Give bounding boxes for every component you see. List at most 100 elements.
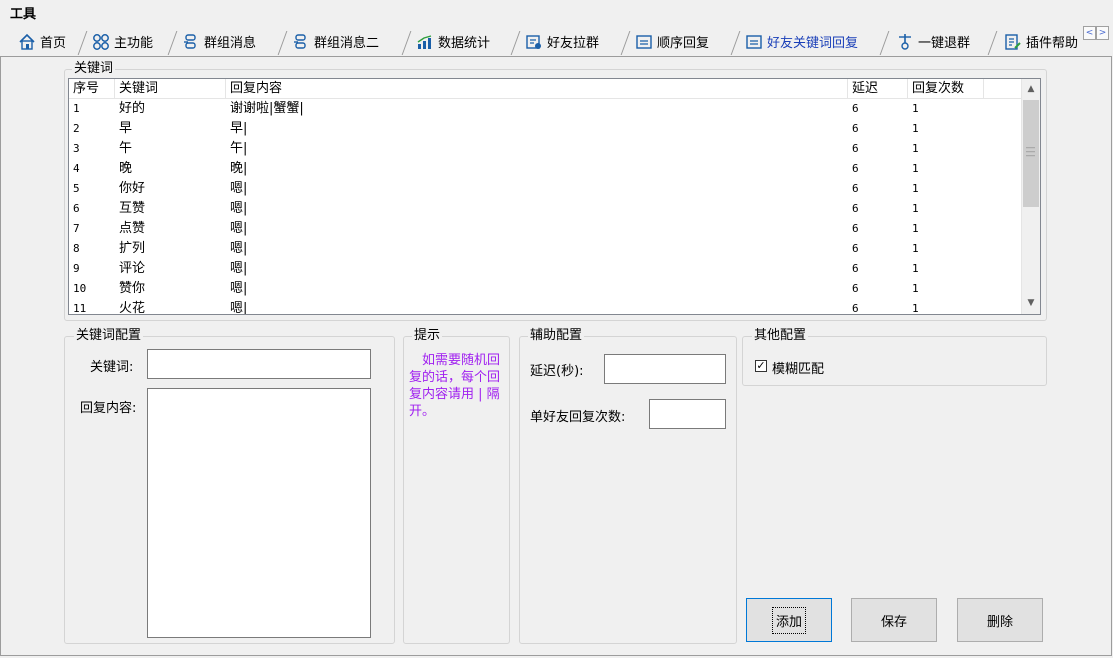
- table-row[interactable]: 3 午 午| 6 1: [69, 139, 1022, 159]
- tab-scroll-left-icon[interactable]: <: [1083, 26, 1096, 40]
- table-cell: 1: [912, 162, 919, 175]
- table-cell: 互赞: [119, 201, 146, 216]
- table-cell: 11: [73, 302, 87, 315]
- table-row[interactable]: 9 评论 嗯| 6 1: [69, 259, 1022, 279]
- table-row[interactable]: 4 晚 晚| 6 1: [69, 159, 1022, 179]
- aux-config-label: 辅助配置: [528, 328, 585, 343]
- table-cell: 6: [852, 182, 859, 195]
- table-cell: 嗯|: [230, 201, 248, 216]
- table-cell: 1: [912, 202, 919, 215]
- keyword-input[interactable]: [147, 349, 371, 379]
- tab-group-message-2[interactable]: 群组消息二: [286, 28, 400, 55]
- table-cell: 谢谢啦|蟹蟹|: [230, 101, 304, 116]
- table-cell: 你好: [119, 181, 146, 196]
- table-cell: 6: [852, 162, 859, 175]
- fuzzy-match-label[interactable]: 模糊匹配: [772, 358, 824, 377]
- tab-group-message[interactable]: 群组消息: [176, 28, 276, 55]
- menu-tools[interactable]: 工具: [10, 3, 36, 22]
- keywords-group-label: 关键词: [72, 61, 116, 76]
- table-row[interactable]: 10 赞你 嗯| 6 1: [69, 279, 1022, 299]
- reply-count-input[interactable]: [649, 399, 726, 429]
- table-cell: 赞你: [119, 281, 146, 296]
- keyword-field-label: 关键词:: [90, 360, 134, 375]
- table-cell: 6: [852, 142, 859, 155]
- save-button[interactable]: 保存: [851, 598, 937, 642]
- col-header-index[interactable]: 序号: [69, 79, 115, 98]
- table-row[interactable]: 1 好的 谢谢啦|蟹蟹| 6 1: [69, 99, 1022, 119]
- tab-label: 首页: [40, 36, 67, 51]
- tab-label: 一键退群: [918, 36, 971, 51]
- tab-friend-invite[interactable]: 好友拉群: [519, 28, 619, 55]
- group-icon: [292, 33, 310, 51]
- table-row[interactable]: 8 扩列 嗯| 6 1: [69, 239, 1022, 259]
- table-cell: 6: [852, 102, 859, 115]
- table-cell: 午: [119, 141, 133, 156]
- table-cell: 1: [912, 262, 919, 275]
- col-header-reply[interactable]: 回复内容: [226, 79, 848, 98]
- fuzzy-match-checkbox[interactable]: ✓: [755, 360, 767, 372]
- tab-main-function[interactable]: 主功能: [86, 28, 168, 55]
- col-header-count[interactable]: 回复次数: [908, 79, 984, 98]
- table-cell: 嗯|: [230, 221, 248, 236]
- list-scrollbar[interactable]: ▲ ― ― ― ▼: [1021, 79, 1040, 314]
- table-row[interactable]: 6 互赞 嗯| 6 1: [69, 199, 1022, 219]
- table-cell: 1: [912, 122, 919, 135]
- tab-label: 好友关键词回复: [767, 36, 859, 51]
- col-header-delay[interactable]: 延迟: [848, 79, 908, 98]
- table-cell: 好的: [119, 101, 146, 116]
- table-row[interactable]: 2 早 早| 6 1: [69, 119, 1022, 139]
- table-cell: 晚|: [230, 161, 248, 176]
- reply-icon: [745, 33, 763, 51]
- tab-friend-keyword-reply[interactable]: 好友关键词回复: [739, 28, 879, 55]
- tab-label: 插件帮助: [1026, 36, 1079, 51]
- list-header: 序号 关键词 回复内容 延迟 回复次数: [69, 79, 1022, 99]
- table-cell: 6: [852, 302, 859, 315]
- table-row[interactable]: 5 你好 嗯| 6 1: [69, 179, 1022, 199]
- tab-sequential-reply[interactable]: 顺序回复: [629, 28, 729, 55]
- table-cell: 午|: [230, 141, 248, 156]
- table-cell: 2: [73, 122, 80, 135]
- reply-count-label: 单好友回复次数:: [530, 410, 626, 425]
- delay-field-label: 延迟(秒):: [530, 364, 584, 379]
- scroll-down-icon[interactable]: ▼: [1022, 295, 1040, 312]
- table-row[interactable]: 11 火花 嗯| 6 1: [69, 299, 1022, 315]
- table-cell: 1: [912, 282, 919, 295]
- table-cell: 6: [73, 202, 80, 215]
- delay-input[interactable]: [604, 354, 726, 384]
- exit-icon: [896, 33, 914, 51]
- tab-statistics[interactable]: 数据统计: [410, 28, 510, 55]
- delete-button[interactable]: 删除: [957, 598, 1043, 642]
- grid-icon: [92, 33, 110, 51]
- tab-bar: 首页 主功能 群组消息 群组消息二 数据统计 好友拉群 顺序回复 好友关键词回复…: [0, 24, 1113, 59]
- list-body: 1 好的 谢谢啦|蟹蟹| 6 1 2 早早| 6 1 3 午午| 6 1 4 晚晚| 6 1 5 你好 嗯| 6 1 6 互赞…: [69, 99, 1022, 315]
- keyword-list[interactable]: 序号 关键词 回复内容 延迟 回复次数 1 好的 谢谢啦|蟹蟹| 6 1 2 早 早| 6 1 3 午…: [68, 78, 1041, 315]
- chart-icon: [416, 33, 434, 51]
- table-cell: 早: [119, 121, 133, 136]
- scroll-grip-icon: ― ― ―: [1026, 143, 1035, 161]
- table-cell: 6: [852, 242, 859, 255]
- tab-home[interactable]: 首页: [12, 28, 80, 55]
- add-button[interactable]: 添加: [746, 598, 832, 642]
- col-header-keyword[interactable]: 关键词: [115, 79, 226, 98]
- reply-icon: [635, 33, 653, 51]
- table-cell: 1: [912, 142, 919, 155]
- hint-text: 如需要随机回复的话，每个回复内容请用 | 隔开。: [409, 353, 501, 419]
- table-cell: 评论: [119, 261, 146, 276]
- other-config-label: 其他配置: [752, 328, 809, 343]
- table-cell: 8: [73, 242, 80, 255]
- table-cell: 10: [73, 282, 87, 295]
- tab-scroll-buttons: < >: [1083, 26, 1110, 40]
- table-row[interactable]: 7 点赞 嗯| 6 1: [69, 219, 1022, 239]
- tab-quit-groups[interactable]: 一键退群: [890, 28, 986, 55]
- tab-label: 群组消息二: [314, 36, 380, 51]
- tab-label: 好友拉群: [547, 36, 600, 51]
- table-cell: 1: [912, 242, 919, 255]
- table-cell: 嗯|: [230, 301, 248, 315]
- reply-textarea[interactable]: [147, 388, 371, 638]
- home-icon: [18, 33, 36, 51]
- tab-label: 数据统计: [438, 36, 491, 51]
- tab-plugin-help[interactable]: 插件帮助: [998, 28, 1082, 55]
- table-cell: 1: [912, 182, 919, 195]
- tab-scroll-right-icon[interactable]: >: [1096, 26, 1109, 40]
- scroll-up-icon[interactable]: ▲: [1022, 81, 1040, 98]
